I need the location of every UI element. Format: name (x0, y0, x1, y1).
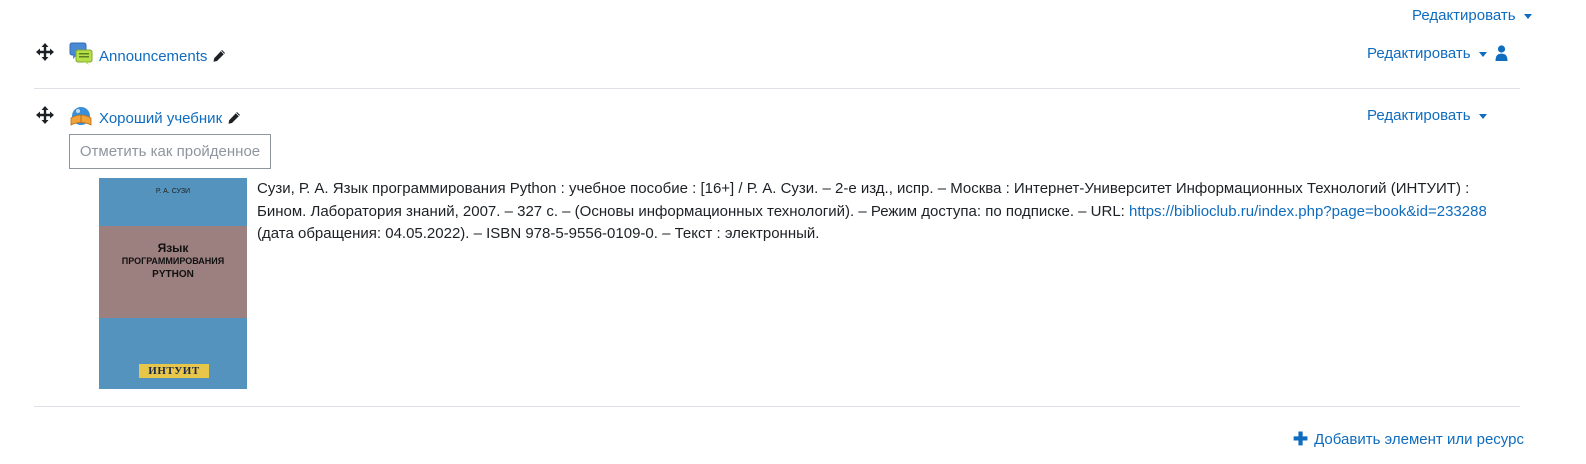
cover-title-line3: Python (152, 269, 194, 280)
activity-link-book[interactable]: Хороший учебник (99, 110, 222, 127)
cover-author: Р. А. СУЗИ (155, 188, 191, 195)
citation-url-link[interactable]: https://biblioclub.ru/index.php?page=boo… (1129, 203, 1487, 220)
section-divider (34, 406, 1520, 407)
edit-label: Редактировать (1367, 107, 1471, 124)
cover-title-line1: Язык (157, 241, 189, 255)
plus-icon: ✚ (1293, 429, 1309, 449)
add-activity-label: Добавить элемент или ресурс (1314, 431, 1524, 448)
forum-icon (69, 42, 93, 65)
cover-title: Язык программирования Python (99, 242, 247, 281)
chevron-down-icon (1478, 113, 1487, 119)
add-activity-button[interactable]: ✚ Добавить элемент или ресурс (1293, 429, 1524, 450)
chevron-down-icon (1523, 13, 1532, 19)
section-edit-label: Редактировать (1412, 7, 1516, 24)
move-icon (36, 106, 54, 124)
move-icon (36, 43, 54, 61)
book-citation: Сузи, Р. А. Язык программирования Python… (257, 178, 1497, 246)
user-icon (1495, 45, 1508, 61)
book-cover-image: Р. А. СУЗИ Язык программирования Python … (99, 178, 247, 389)
pencil-icon[interactable] (212, 49, 226, 63)
activity-announcements[interactable]: Announcements (99, 48, 226, 66)
citation-text-end: (дата обращения: 04.05.2022). – ISBN 978… (257, 225, 820, 242)
mark-as-done-button[interactable]: Отметить как пройденное (69, 134, 271, 169)
activity-edit-menu-announcements[interactable]: Редактировать (1367, 45, 1487, 63)
activity-book[interactable]: Хороший учебник (99, 110, 241, 128)
chevron-down-icon (1478, 51, 1487, 57)
cover-publisher-logo: ИНТУИТ (139, 364, 209, 378)
assign-roles-button[interactable] (1495, 45, 1508, 65)
cover-title-line2: программирования (121, 256, 225, 266)
edit-label: Редактировать (1367, 45, 1471, 62)
move-handle-book[interactable] (36, 106, 54, 128)
book-icon (70, 107, 92, 126)
forum-activity-icon-wrap (69, 42, 93, 70)
activity-link-announcements[interactable]: Announcements (99, 48, 207, 65)
section-edit-menu[interactable]: Редактировать (1412, 7, 1532, 25)
book-activity-icon-wrap (69, 106, 93, 132)
pencil-icon[interactable] (227, 111, 241, 125)
activity-edit-menu-book[interactable]: Редактировать (1367, 107, 1487, 125)
activity-divider (34, 88, 1520, 89)
cover-band-top (99, 178, 247, 226)
move-handle-announcements[interactable] (36, 43, 54, 65)
cover-band-bottom (99, 318, 247, 389)
